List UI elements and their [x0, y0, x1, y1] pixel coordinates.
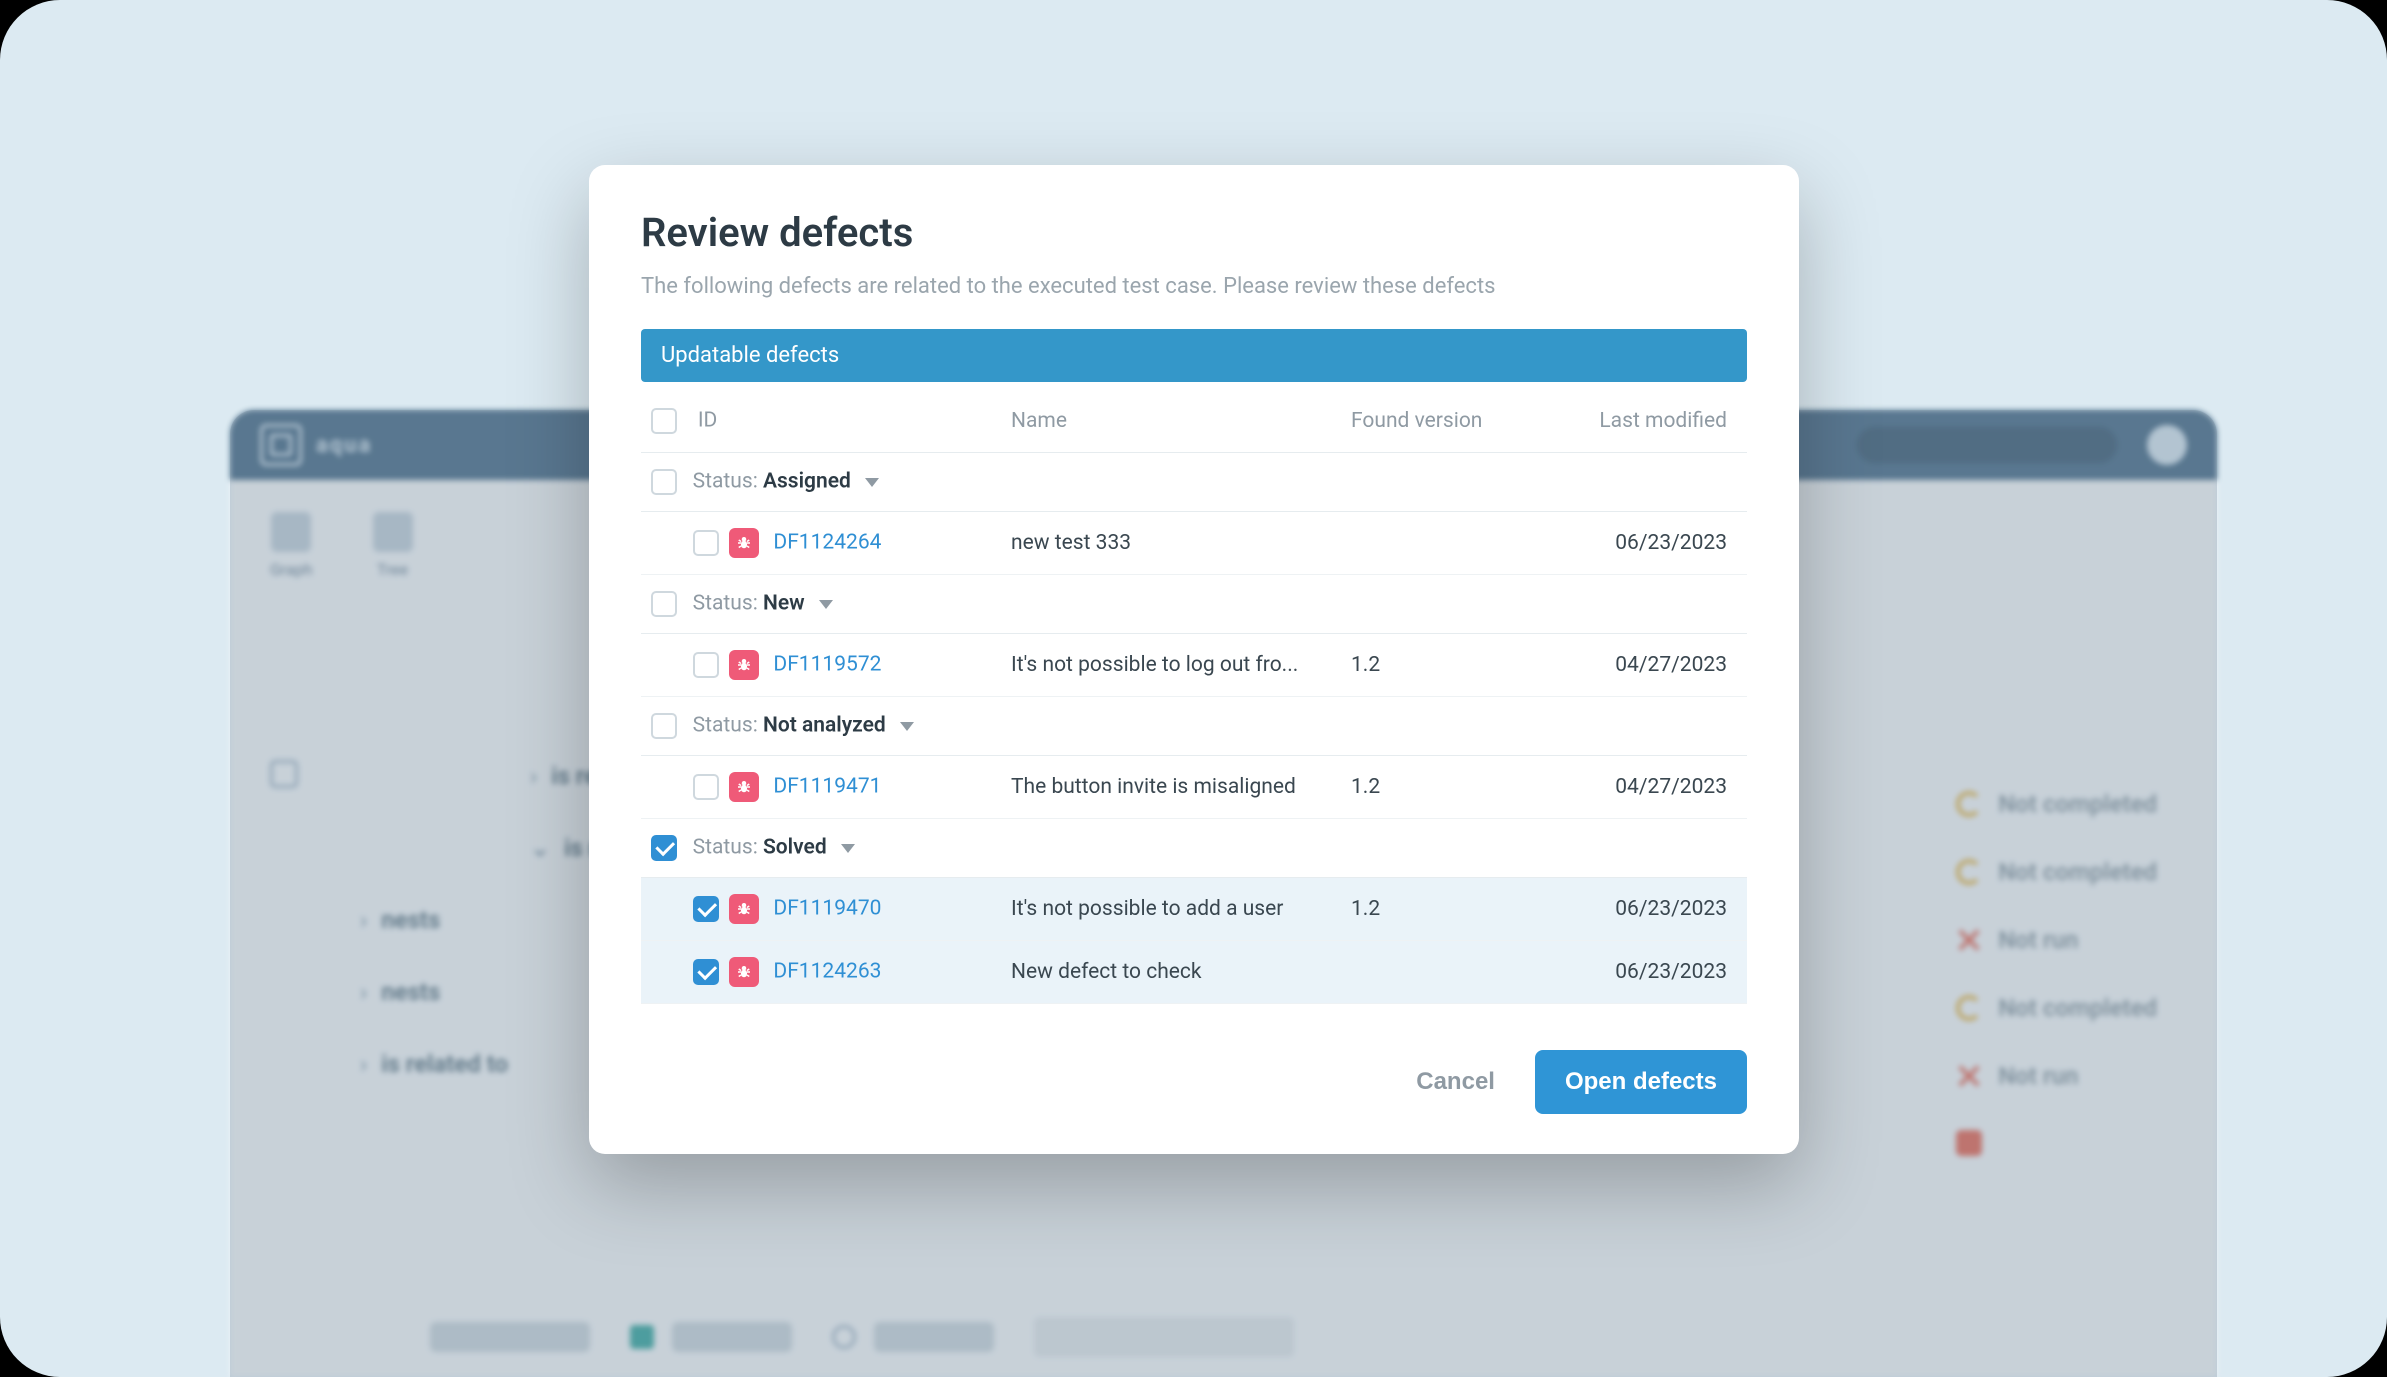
- row-checkbox[interactable]: [693, 530, 719, 556]
- found-version: 1.2: [1341, 634, 1541, 697]
- last-modified: 06/23/2023: [1541, 512, 1747, 575]
- defect-id-link[interactable]: DF1119572: [773, 653, 881, 677]
- row-checkbox[interactable]: [693, 774, 719, 800]
- col-modified: Last modified: [1541, 390, 1747, 453]
- found-version: [1341, 941, 1541, 1004]
- status-group-row[interactable]: Status: New: [641, 575, 1747, 634]
- table-row[interactable]: DF1119572 It's not possible to log out fr…: [641, 634, 1747, 697]
- defect-id-link[interactable]: DF1124264: [773, 531, 881, 555]
- status-label: Status:: [693, 592, 763, 616]
- col-name: Name: [1001, 390, 1341, 453]
- defect-name: new test 333: [1001, 512, 1341, 575]
- open-defects-button[interactable]: Open defects: [1535, 1050, 1747, 1114]
- modal-footer: Cancel Open defects: [641, 1050, 1747, 1114]
- row-checkbox[interactable]: [693, 652, 719, 678]
- group-checkbox[interactable]: [651, 835, 677, 861]
- stage: aqua Graph Tree ›is related to ⌄is relat…: [0, 0, 2387, 1377]
- chevron-down-icon: [900, 722, 914, 731]
- group-checkbox[interactable]: [651, 713, 677, 739]
- last-modified: 04/27/2023: [1541, 756, 1747, 819]
- found-version: 1.2: [1341, 756, 1541, 819]
- modal-subtitle: The following defects are related to the…: [641, 274, 1747, 299]
- found-version: [1341, 512, 1541, 575]
- row-checkbox[interactable]: [693, 959, 719, 985]
- found-version: 1.2: [1341, 878, 1541, 941]
- table-row[interactable]: DF1124264 new test 333 06/23/2023: [641, 512, 1747, 575]
- row-checkbox[interactable]: [693, 896, 719, 922]
- status-group-row[interactable]: Status: Not analyzed: [641, 697, 1747, 756]
- status-value: Assigned: [763, 470, 851, 494]
- section-header: Updatable defects: [641, 329, 1747, 382]
- defects-table: ID Name Found version Last modified Stat…: [641, 390, 1747, 1004]
- bug-icon: [729, 894, 759, 924]
- status-label: Status:: [693, 714, 763, 738]
- group-checkbox[interactable]: [651, 591, 677, 617]
- table-row[interactable]: DF1119470 It's not possible to add a user…: [641, 878, 1747, 941]
- cancel-button[interactable]: Cancel: [1416, 1068, 1495, 1096]
- status-label: Status:: [693, 836, 763, 860]
- table-row[interactable]: DF1124263 New defect to check 06/23/2023: [641, 941, 1747, 1004]
- status-value: Solved: [763, 836, 827, 860]
- bug-icon: [729, 650, 759, 680]
- bug-icon: [729, 772, 759, 802]
- defect-id-link[interactable]: DF1119470: [773, 897, 881, 921]
- col-version: Found version: [1341, 390, 1541, 453]
- table-row[interactable]: DF1119471 The button invite is misaligned…: [641, 756, 1747, 819]
- status-value: Not analyzed: [763, 714, 886, 738]
- status-group-row[interactable]: Status: Solved: [641, 819, 1747, 878]
- chevron-down-icon: [865, 478, 879, 487]
- defect-name: It's not possible to add a user: [1001, 878, 1341, 941]
- last-modified: 04/27/2023: [1541, 634, 1747, 697]
- bug-icon: [729, 528, 759, 558]
- defect-id-link[interactable]: DF1124263: [773, 960, 881, 984]
- chevron-down-icon: [841, 844, 855, 853]
- defect-id-link[interactable]: DF1119471: [773, 775, 881, 799]
- defect-name: It's not possible to log out fro...: [1001, 634, 1341, 697]
- defect-name: The button invite is misaligned: [1001, 756, 1341, 819]
- defect-name: New defect to check: [1001, 941, 1341, 1004]
- review-defects-modal: Review defects The following defects are…: [589, 165, 1799, 1154]
- modal-title: Review defects: [641, 209, 1747, 256]
- status-label: Status:: [693, 470, 763, 494]
- status-group-row[interactable]: Status: Assigned: [641, 453, 1747, 512]
- status-value: New: [763, 592, 805, 616]
- col-id: ID: [641, 390, 1001, 453]
- select-all-checkbox[interactable]: [651, 408, 677, 434]
- bug-icon: [729, 957, 759, 987]
- last-modified: 06/23/2023: [1541, 878, 1747, 941]
- last-modified: 06/23/2023: [1541, 941, 1747, 1004]
- group-checkbox[interactable]: [651, 469, 677, 495]
- chevron-down-icon: [819, 600, 833, 609]
